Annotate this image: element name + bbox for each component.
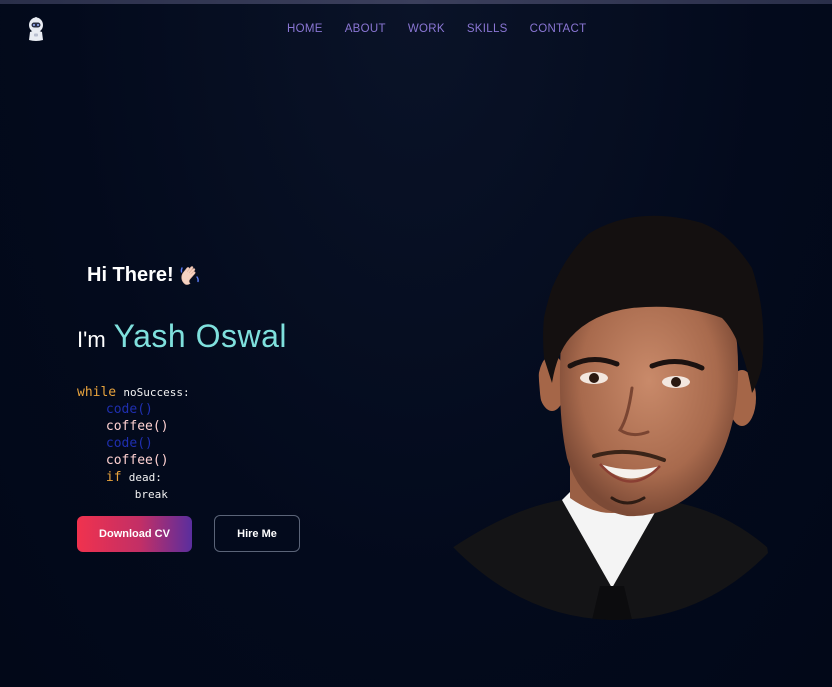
nav-work[interactable]: WORK [408,23,445,35]
nav-skills[interactable]: SKILLS [467,23,508,35]
code-line-2: code() [77,401,190,418]
hero-name: Yash Oswal [113,318,287,354]
code-call-code: code() [105,436,153,451]
code-call-code: code() [105,402,153,417]
waving-hand-icon [180,266,199,285]
code-line-4: code() [77,435,190,452]
nav-contact[interactable]: CONTACT [530,23,587,35]
top-edge-bar [0,0,832,4]
profile-portrait [452,215,768,620]
code-snippet: while noSuccess: code() coffee() code() … [77,384,190,503]
code-call-coffee: coffee() [105,419,169,434]
greeting: Hi There! [87,263,202,287]
code-line-6: if dead: [77,469,190,486]
download-cv-button[interactable]: Download CV [77,516,192,552]
page: HOME ABOUT WORK SKILLS CONTACT Hi There!… [0,0,832,687]
intro-heading: I'm Yash Oswal [77,318,287,355]
greeting-text: Hi There! [87,263,174,286]
code-condition-dead: dead: [128,471,162,484]
code-keyword-if: if [105,470,122,485]
nav-about[interactable]: ABOUT [345,23,386,35]
main-nav: HOME ABOUT WORK SKILLS CONTACT [287,23,586,35]
code-condition: noSuccess: [123,386,190,399]
hire-me-button[interactable]: Hire Me [214,515,300,552]
astronaut-logo-icon[interactable] [26,16,46,42]
code-call-coffee: coffee() [105,453,169,468]
intro-prefix: I'm [77,327,106,352]
nav-home[interactable]: HOME [287,23,323,35]
code-line-7: break [77,486,190,503]
code-line-3: coffee() [77,418,190,435]
code-keyword-while: while [77,385,117,400]
code-line-5: coffee() [77,452,190,469]
code-line-1: while noSuccess: [77,384,190,401]
code-break: break [134,488,168,501]
